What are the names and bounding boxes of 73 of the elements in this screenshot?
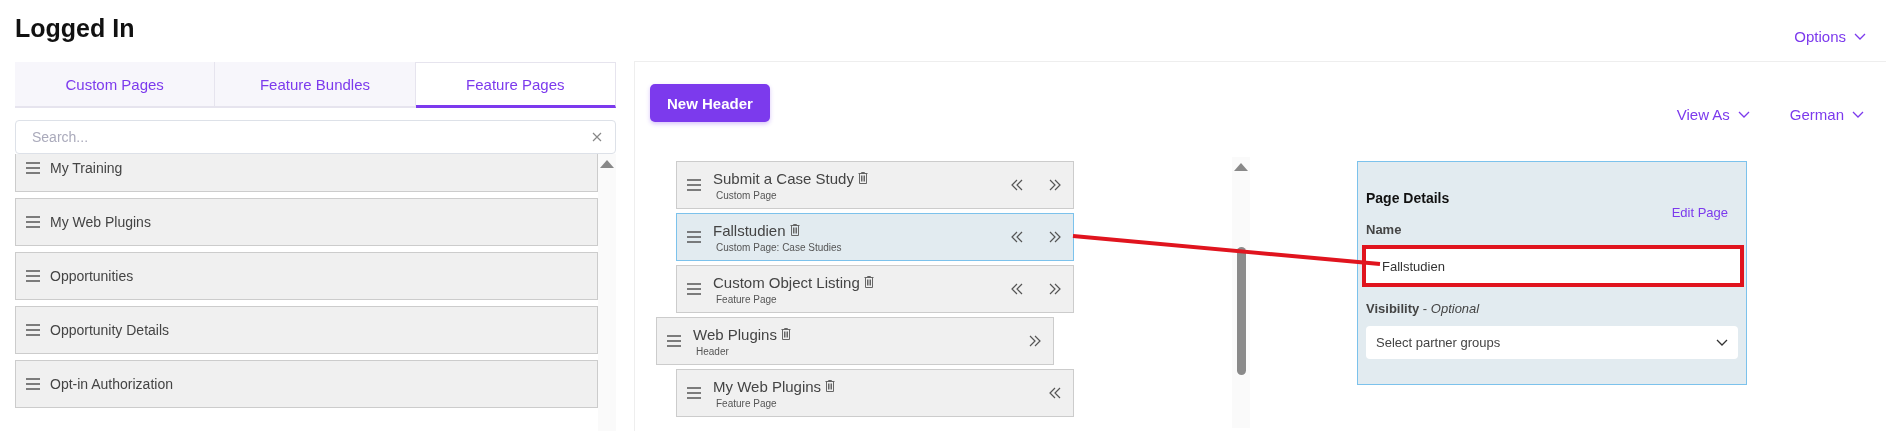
drag-handle-icon[interactable] (26, 162, 40, 174)
partner-groups-select[interactable]: Select partner groups (1366, 326, 1738, 359)
trash-icon[interactable] (863, 276, 874, 288)
page-title: Logged In (15, 14, 135, 43)
drag-handle-icon[interactable] (26, 378, 40, 390)
trash-icon[interactable] (857, 172, 868, 184)
tree-item[interactable]: Submit a Case Study Custom Page (676, 161, 1074, 209)
panel-title: Page Details (1366, 190, 1450, 206)
edit-page-link[interactable]: Edit Page (1671, 205, 1728, 220)
drag-handle-icon[interactable] (667, 335, 681, 347)
language-menu[interactable]: German (1789, 106, 1864, 123)
feature-page-item[interactable]: Opportunity Details (15, 306, 598, 354)
name-field[interactable]: Fallstudien (1362, 245, 1744, 287)
tree-item[interactable]: Web Plugins Header (656, 317, 1054, 365)
scrollbar-track[interactable] (598, 154, 616, 431)
item-title: Fallstudien (713, 221, 786, 239)
double-chevron-left-icon[interactable] (1011, 179, 1023, 191)
item-subtitle: Header (696, 345, 730, 357)
chevron-down-icon (1716, 338, 1728, 347)
item-subtitle: Feature Page (716, 397, 778, 409)
feature-page-item[interactable]: Opportunities (15, 252, 598, 300)
feature-page-item[interactable]: My Web Plugins (15, 198, 598, 246)
drag-handle-icon[interactable] (687, 387, 701, 399)
drag-handle-icon[interactable] (26, 270, 40, 282)
tree-item[interactable]: Custom Object Listing Feature Page (676, 265, 1074, 313)
options-menu[interactable]: Options (1794, 28, 1866, 45)
item-subtitle: Custom Page (716, 189, 778, 201)
drag-handle-icon[interactable] (687, 283, 701, 295)
new-header-button[interactable]: New Header (650, 84, 770, 122)
item-label: Opt-in Authorization (50, 376, 173, 392)
item-title: Submit a Case Study (713, 169, 854, 187)
item-label: Opportunities (50, 268, 134, 284)
double-chevron-right-icon[interactable] (1049, 283, 1061, 295)
tab[interactable]: Feature Pages (415, 62, 616, 108)
scrollbar-track[interactable] (1232, 157, 1250, 428)
close-icon[interactable] (592, 132, 602, 142)
search-field[interactable]: Search... (15, 120, 616, 154)
view-as-menu[interactable]: View As (1676, 106, 1750, 123)
trash-icon[interactable] (825, 380, 836, 392)
tree-item[interactable]: Fallstudien Custom Page: Case Studies (676, 213, 1074, 261)
chevron-down-icon (1854, 32, 1866, 41)
item-label: Opportunity Details (50, 322, 170, 338)
double-chevron-left-icon[interactable] (1049, 387, 1061, 399)
chevron-down-icon (1852, 110, 1864, 119)
item-title: Custom Object Listing (713, 273, 860, 291)
drag-handle-icon[interactable] (26, 324, 40, 336)
tree-item[interactable]: My Web Plugins Feature Page (676, 369, 1074, 417)
item-label: My Training (50, 160, 123, 176)
scrollbar-thumb[interactable] (1236, 247, 1246, 375)
drag-handle-icon[interactable] (26, 216, 40, 228)
field-label: Visibility - Optional (1366, 301, 1481, 316)
item-title: My Web Plugins (713, 377, 822, 395)
drag-handle-icon[interactable] (687, 179, 701, 191)
trash-icon[interactable] (789, 224, 800, 236)
tab[interactable]: Feature Bundles (215, 62, 416, 106)
double-chevron-right-icon[interactable] (1049, 179, 1061, 191)
drag-handle-icon[interactable] (687, 231, 701, 243)
field-label: Name (1366, 222, 1403, 237)
item-title: Web Plugins (693, 325, 777, 343)
chevron-down-icon (1737, 110, 1750, 119)
item-label: My Web Plugins (50, 214, 151, 230)
item-subtitle: Custom Page: Case Studies (716, 241, 843, 253)
double-chevron-left-icon[interactable] (1011, 283, 1023, 295)
tab[interactable]: Custom Pages (15, 62, 216, 106)
feature-page-item[interactable]: My Training (15, 154, 598, 192)
scroll-up-icon[interactable] (1234, 163, 1248, 171)
double-chevron-right-icon[interactable] (1049, 231, 1061, 243)
feature-page-item[interactable]: Opt-in Authorization (15, 360, 598, 408)
trash-icon[interactable] (780, 328, 791, 340)
double-chevron-left-icon[interactable] (1011, 231, 1023, 243)
item-subtitle: Feature Page (716, 293, 778, 305)
double-chevron-right-icon[interactable] (1029, 335, 1041, 347)
scroll-up-icon[interactable] (600, 160, 614, 168)
